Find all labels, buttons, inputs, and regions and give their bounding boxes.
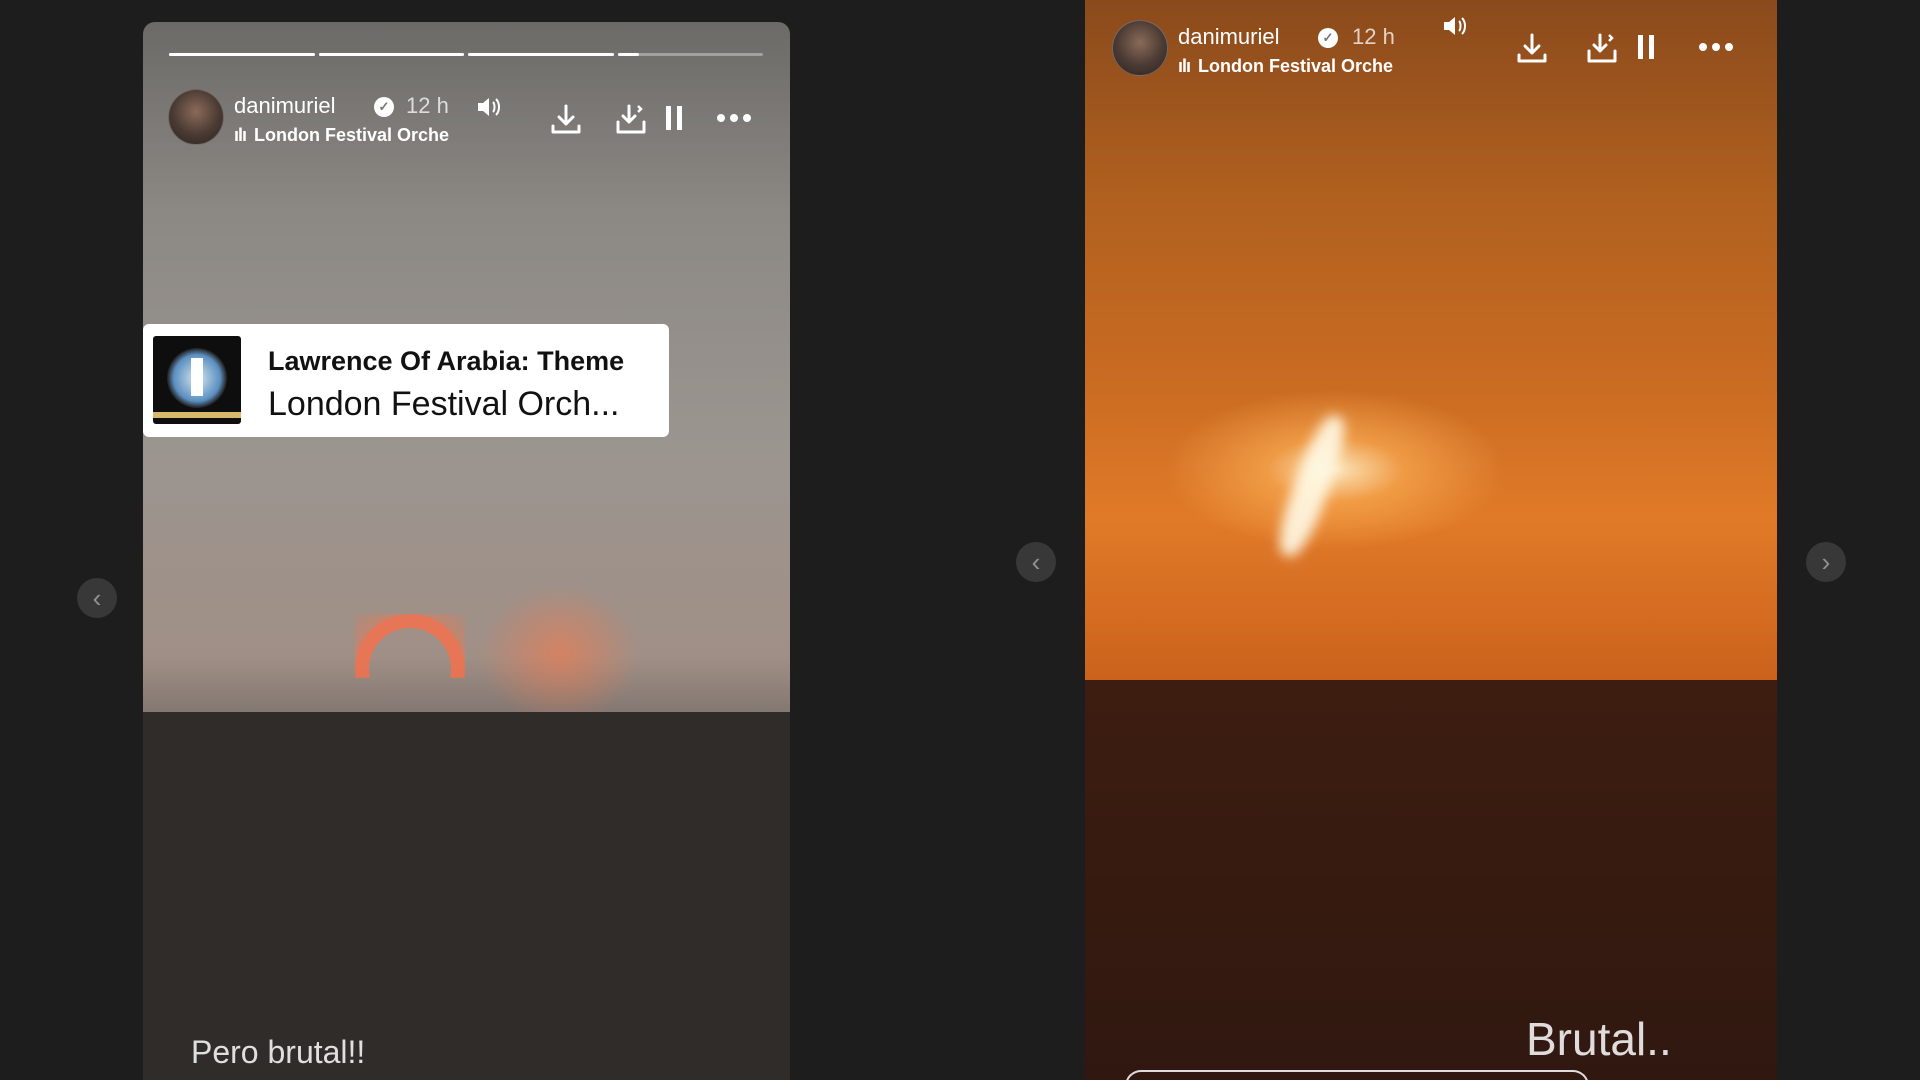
- progress-segment: [617, 53, 763, 56]
- story-left[interactable]: danimuriel ✓ 12 h ılı London Festival Orc…: [143, 22, 790, 1080]
- progress-segment: [318, 53, 464, 56]
- audio-bars-icon: ılı: [1178, 56, 1191, 76]
- download-tray-icon[interactable]: [1584, 30, 1620, 66]
- download-tray-icon[interactable]: [613, 101, 649, 137]
- story-progress: [169, 53, 763, 56]
- speaker-icon[interactable]: [1440, 14, 1470, 38]
- pause-icon[interactable]: [662, 103, 686, 133]
- progress-segment: [468, 53, 614, 56]
- username[interactable]: danimuriel: [1178, 24, 1280, 50]
- more-dots-icon[interactable]: [714, 103, 754, 133]
- progress-segment: [169, 53, 315, 56]
- sun-ring: [355, 614, 465, 678]
- story-caption: Brutal..: [1526, 1013, 1672, 1065]
- username[interactable]: danimuriel: [234, 93, 336, 119]
- sun-flare: [1270, 410, 1354, 562]
- music-label-text: London Festival Orche: [254, 125, 450, 145]
- music-label-text: London Festival Orche: [1198, 56, 1394, 76]
- treeline: [143, 712, 790, 1080]
- more-dots-icon[interactable]: [1696, 32, 1736, 62]
- treeline: [1085, 680, 1777, 1080]
- download-icon[interactable]: [548, 101, 584, 137]
- avatar[interactable]: [1112, 20, 1168, 76]
- timestamp: 12 h: [1352, 24, 1395, 49]
- story-caption: Pero brutal!!: [191, 1034, 366, 1070]
- timestamp: 12 h: [406, 93, 449, 118]
- reply-input[interactable]: [1125, 1070, 1589, 1080]
- album-cover: [153, 336, 241, 424]
- chevron-left-icon[interactable]: ‹: [77, 578, 117, 618]
- chevron-left-icon[interactable]: ‹: [1016, 542, 1056, 582]
- story-header: danimuriel ✓ 12 h ılı London Festival Orc…: [1112, 17, 1752, 80]
- verified-badge-icon: ✓: [374, 97, 394, 117]
- chevron-right-icon[interactable]: ›: [1806, 542, 1846, 582]
- verified-badge-icon: ✓: [1318, 28, 1338, 48]
- story-header: danimuriel ✓ 12 h ılı London Festival Orc…: [168, 89, 768, 149]
- audio-bars-icon: ılı: [234, 125, 247, 145]
- pause-icon[interactable]: [1634, 32, 1658, 62]
- music-label[interactable]: ılı London Festival Orche: [1178, 56, 1408, 77]
- music-sticker[interactable]: Lawrence Of Arabia: Theme London Festiva…: [143, 324, 669, 437]
- song-artist: London Festival Orch...: [268, 385, 620, 423]
- download-icon[interactable]: [1514, 30, 1550, 66]
- speaker-icon[interactable]: [474, 95, 504, 119]
- story-right[interactable]: danimuriel ✓ 12 h ılı London Festival Orc…: [1085, 0, 1777, 1080]
- avatar[interactable]: [168, 89, 224, 145]
- song-title: Lawrence Of Arabia: Theme: [268, 346, 625, 376]
- music-label[interactable]: ılı London Festival Orche: [234, 125, 454, 146]
